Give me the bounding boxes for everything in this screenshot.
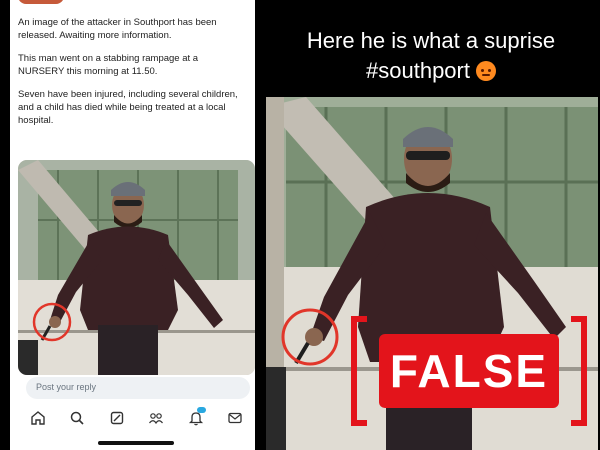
angry-face-icon — [475, 61, 496, 81]
post-image[interactable] — [18, 160, 255, 375]
post-body: An image of the attacker in Southport ha… — [18, 16, 246, 137]
post-paragraph: An image of the attacker in Southport ha… — [18, 17, 217, 41]
false-label: FALSE — [379, 334, 559, 408]
home-indicator — [98, 441, 174, 445]
home-icon[interactable] — [27, 407, 49, 429]
search-icon[interactable] — [66, 407, 88, 429]
grok-icon[interactable] — [106, 407, 128, 429]
stamp-bracket-left — [351, 316, 367, 426]
reply-placeholder: Post your reply — [36, 382, 97, 392]
bottom-tab-bar — [18, 404, 255, 432]
avatar[interactable] — [18, 0, 64, 4]
fact-check-stamp: FALSE — [351, 316, 587, 426]
hashtag: #southport — [366, 58, 470, 83]
stamp-bracket-right — [571, 316, 587, 426]
notification-badge — [196, 407, 206, 413]
social-post-screenshot: An image of the attacker in Southport ha… — [10, 0, 255, 450]
notifications-icon[interactable] — [185, 407, 207, 429]
meme-caption: Here he is what a suprise #southport — [262, 26, 600, 86]
communities-icon[interactable] — [145, 407, 167, 429]
messages-icon[interactable] — [224, 407, 246, 429]
caption-line-2: #southport — [262, 56, 600, 86]
attacker-photo — [18, 160, 255, 375]
post-paragraph: Seven have been injured, including sever… — [18, 89, 238, 126]
reply-input[interactable]: Post your reply — [26, 377, 250, 399]
caption-line-1: Here he is what a suprise — [306, 28, 556, 53]
post-paragraph: This man went on a stabbing rampage at a… — [18, 53, 199, 77]
